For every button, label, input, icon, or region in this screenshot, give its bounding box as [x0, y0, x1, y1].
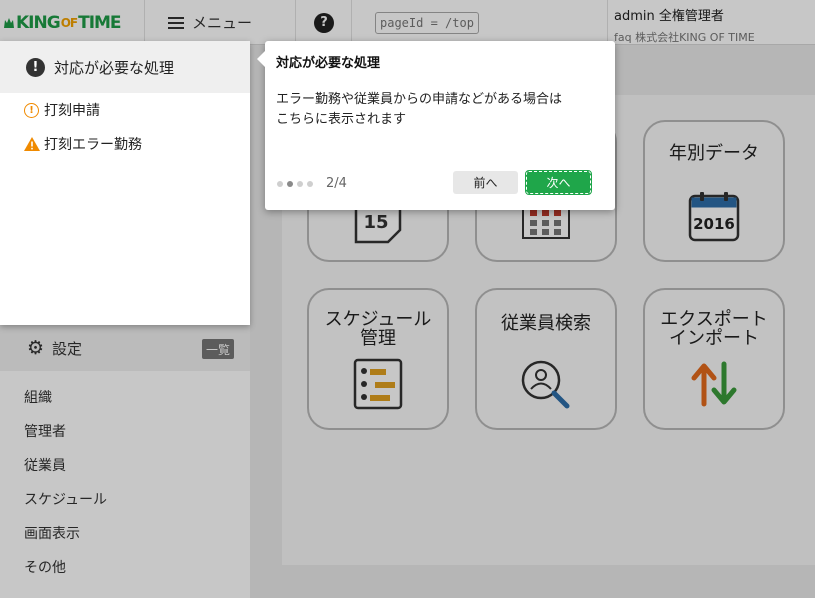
warning-circle-icon: !	[24, 102, 39, 118]
step-dot	[307, 181, 313, 187]
popover-body: エラー勤務や従業員からの申請などがある場合は こちらに表示されます	[276, 90, 596, 130]
step-dot-active	[287, 181, 293, 187]
prev-button[interactable]: 前へ	[453, 171, 518, 194]
step-dots	[277, 181, 317, 187]
step-dot	[297, 181, 303, 187]
popover-body-line1: エラー勤務や従業員からの申請などがある場合は	[276, 92, 563, 107]
alert-item-label: 打刻エラー勤務	[44, 137, 142, 153]
alert-item-punch-request[interactable]: ! 打刻申請	[0, 93, 250, 127]
popover-arrow	[257, 51, 265, 67]
popover-body-line2: こちらに表示されます	[276, 112, 407, 127]
step-dot	[277, 181, 283, 187]
alert-item-label: 打刻申請	[44, 103, 100, 119]
exclamation-circle-icon: !	[26, 57, 45, 77]
required-actions-title: 対応が必要な処理	[54, 58, 175, 77]
warning-triangle-icon	[24, 137, 40, 151]
required-actions-panel: ! 対応が必要な処理 ! 打刻申請 打刻エラー勤務	[0, 41, 250, 325]
popover-title: 対応が必要な処理	[276, 56, 381, 71]
next-button[interactable]: 次へ	[525, 170, 592, 195]
tour-popover: 対応が必要な処理 エラー勤務や従業員からの申請などがある場合は こちらに表示され…	[257, 41, 615, 210]
step-counter: 2/4	[326, 176, 347, 191]
alert-item-punch-error[interactable]: 打刻エラー勤務	[0, 127, 250, 161]
required-actions-header[interactable]: ! 対応が必要な処理	[0, 41, 250, 93]
